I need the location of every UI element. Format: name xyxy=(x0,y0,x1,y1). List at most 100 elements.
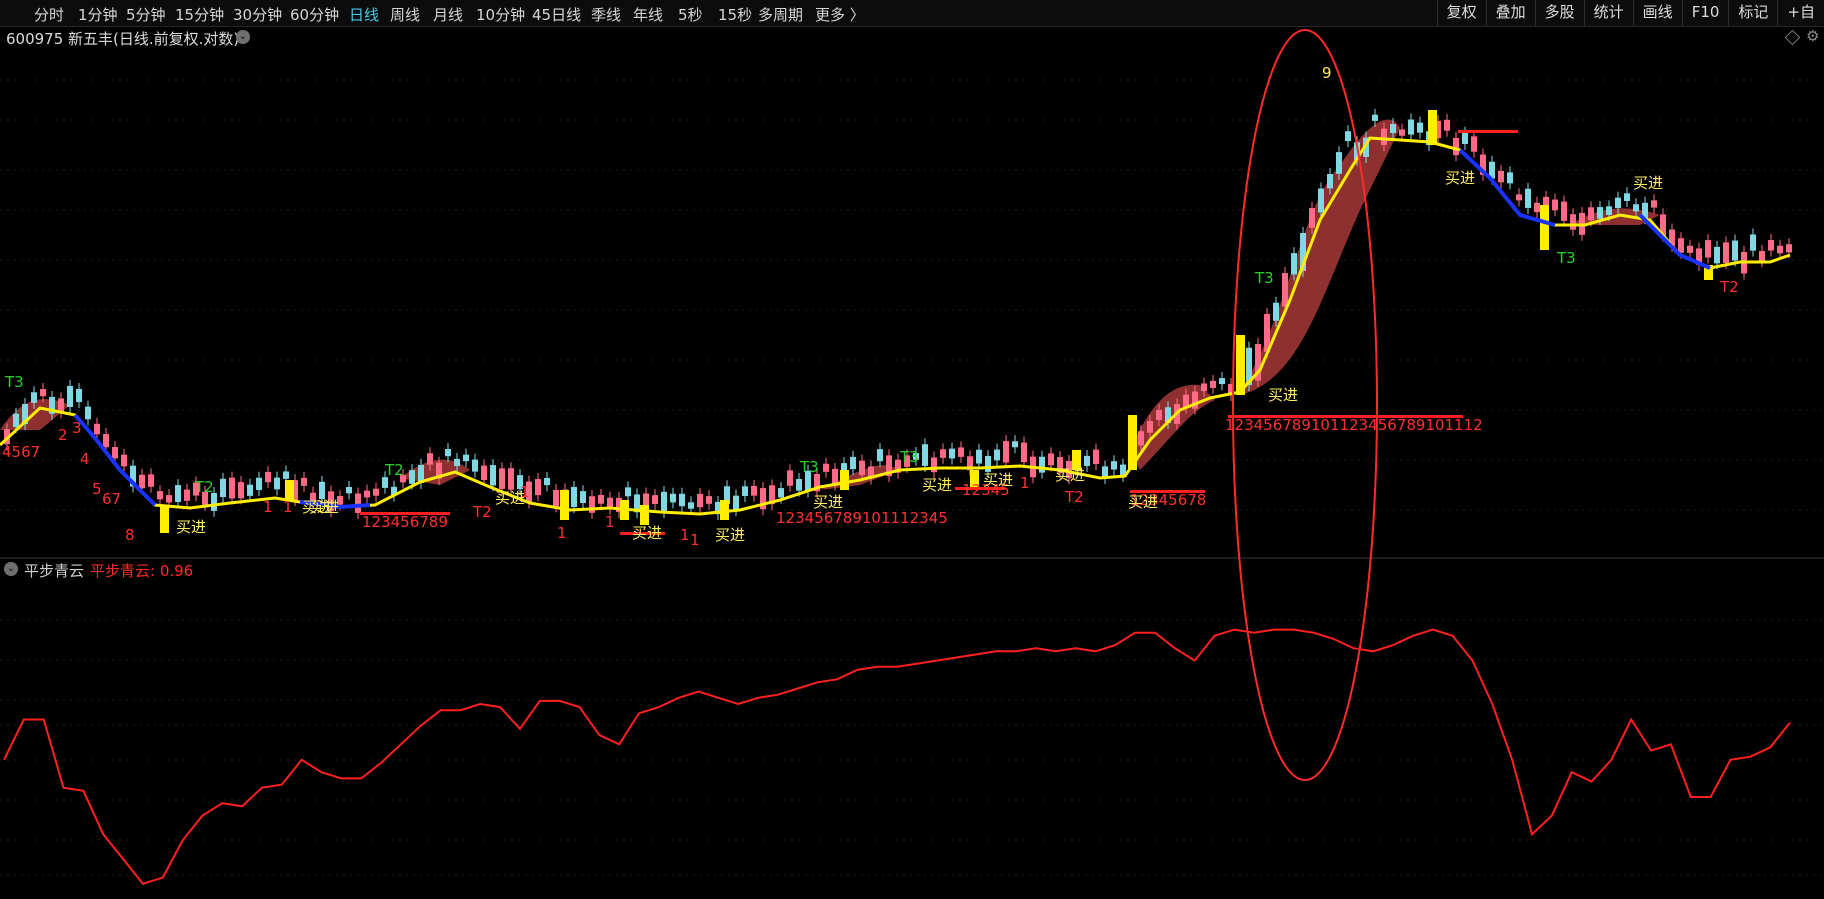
candle-body xyxy=(427,453,433,465)
chart-label: T2 xyxy=(1064,488,1084,506)
chart-label: T2 xyxy=(1719,278,1739,296)
candle-body xyxy=(1156,409,1162,420)
candle-body xyxy=(1651,200,1657,208)
candle-body xyxy=(31,392,37,403)
candle-body xyxy=(1021,442,1027,463)
candle-body xyxy=(184,489,190,501)
chart-label: 买进 xyxy=(632,524,662,542)
chart-label: 买进 xyxy=(983,471,1013,489)
candle-body xyxy=(490,465,496,486)
candle-body xyxy=(472,459,478,472)
candle-body xyxy=(1723,242,1729,263)
chart-label: 买进 xyxy=(1268,386,1298,404)
candle-body xyxy=(274,477,280,490)
candle-body xyxy=(1318,188,1324,213)
chart-label: T3 xyxy=(4,373,24,391)
candle-body xyxy=(499,468,505,489)
candle-body xyxy=(94,423,100,435)
candle-body xyxy=(832,468,838,485)
candle-body xyxy=(1210,380,1216,388)
chart-label: T3 xyxy=(899,448,919,466)
candle-body xyxy=(1525,188,1531,208)
candle-body xyxy=(1336,152,1342,174)
candle-body xyxy=(670,493,676,503)
chart-label: 2 xyxy=(58,426,68,444)
candle-body xyxy=(679,493,685,507)
chart-label: 1 xyxy=(680,526,690,544)
chart-label: 1 xyxy=(690,531,700,549)
chart-label: 买进 xyxy=(1445,169,1475,187)
candle-body xyxy=(580,491,586,503)
candle-body xyxy=(76,388,82,403)
candle-body xyxy=(1597,207,1603,219)
candle-body xyxy=(1588,207,1594,221)
candle-body xyxy=(850,456,856,470)
candle-body xyxy=(958,447,964,457)
candle-body xyxy=(706,496,712,504)
candle-body xyxy=(1012,441,1018,448)
candle-body xyxy=(67,385,73,407)
candle-body xyxy=(157,491,163,500)
candle-body xyxy=(1534,202,1540,213)
chart-label: T3 xyxy=(1254,269,1274,287)
chart-label: T3 xyxy=(799,458,819,476)
candle-body xyxy=(175,485,181,502)
signal-bar xyxy=(285,480,294,500)
candle-body xyxy=(877,449,883,462)
candle-body xyxy=(1552,199,1558,211)
chart-label: 123456789101123456789101112 xyxy=(1225,416,1483,434)
candle-body xyxy=(1039,456,1045,473)
candle-body xyxy=(1138,431,1144,446)
candle-body xyxy=(58,398,64,413)
candle-body xyxy=(1633,204,1639,212)
candle-body xyxy=(40,389,46,397)
candle-body xyxy=(1786,244,1792,253)
candle-body xyxy=(283,471,289,479)
candle-body xyxy=(976,449,982,464)
candle-body xyxy=(1201,383,1207,392)
indicator-chevron-down-icon[interactable]: ⌄ xyxy=(4,562,18,576)
candle-body xyxy=(13,413,19,427)
trend-fill xyxy=(1130,384,1215,470)
candle-body xyxy=(238,482,244,499)
candle-body xyxy=(652,495,658,505)
candle-body xyxy=(1750,234,1756,251)
candle-body xyxy=(1111,461,1117,470)
chart-label: 1 xyxy=(520,483,530,501)
candle-body xyxy=(1453,137,1459,156)
candle-body xyxy=(661,491,667,513)
candle-body xyxy=(139,474,145,489)
chart-label: 买进 xyxy=(176,518,206,536)
candle-body xyxy=(463,454,469,462)
signal-bar xyxy=(1428,110,1437,145)
candle-body xyxy=(1462,132,1468,144)
chart-label: 123456789 xyxy=(362,513,448,531)
chart-label: 买进 xyxy=(309,498,339,516)
candle-body xyxy=(229,477,235,499)
chart-label: 123456789101112345 xyxy=(776,509,948,527)
candle-body xyxy=(148,474,154,487)
candle-body xyxy=(1273,302,1279,321)
candle-body xyxy=(1408,119,1414,135)
count-underline xyxy=(1458,130,1518,133)
chart-label: 买进 xyxy=(813,493,843,511)
kline-chart[interactable]: T345672 345678 买进T21 1 买进T2123456789买进 T2买进11… xyxy=(0,0,1824,899)
candle-body xyxy=(742,486,748,497)
candle-body xyxy=(1309,207,1315,228)
candle-body xyxy=(733,495,739,511)
chart-label: 1 xyxy=(557,524,567,542)
indicator-name: 平步青云 xyxy=(24,562,85,580)
chart-label: T2 xyxy=(194,478,214,496)
candle-body xyxy=(373,488,379,496)
candle-body xyxy=(1705,240,1711,258)
candle-body xyxy=(508,468,514,490)
candle-body xyxy=(823,463,829,472)
candle-body xyxy=(1777,245,1783,254)
candle-body xyxy=(688,502,694,509)
candle-body xyxy=(481,465,487,481)
candle-body xyxy=(1093,449,1099,465)
chart-label: 买进 xyxy=(1055,466,1085,484)
candle-body xyxy=(166,495,172,503)
candle-body xyxy=(319,481,325,500)
chart-label: 8 xyxy=(125,526,135,544)
